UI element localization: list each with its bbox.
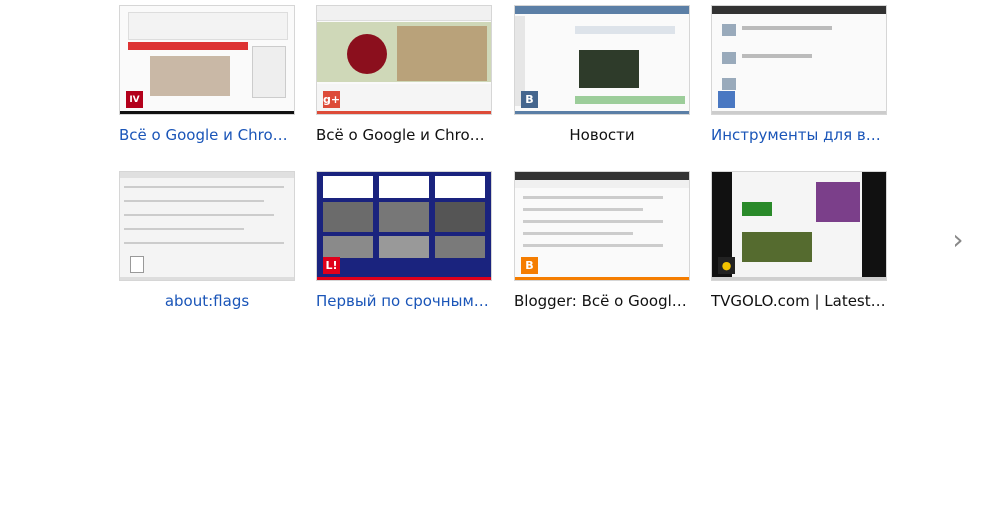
tile-title: Инструменты для веб… xyxy=(711,126,887,144)
tile-thumbnail xyxy=(711,5,887,115)
tile-thumbnail: B xyxy=(514,171,690,281)
tile-thumbnail: g+ xyxy=(316,5,492,115)
site-favicon: IV xyxy=(126,91,143,108)
lifenews-icon: L! xyxy=(323,257,340,274)
tile-title: Первый по срочным … xyxy=(316,292,492,310)
most-visited-tile[interactable]: IV Всё о Google и Chrome xyxy=(119,5,295,155)
tile-thumbnail: В xyxy=(514,5,690,115)
page-icon xyxy=(130,256,144,273)
tile-title: TVGOLO.com | Latest … xyxy=(711,292,887,310)
soccer-ball-icon: ● xyxy=(718,257,735,274)
site-favicon xyxy=(718,91,735,108)
most-visited-tile[interactable]: g+ Всё о Google и Chrom… xyxy=(316,5,492,155)
most-visited-grid: IV Всё о Google и Chrome g+ Всё о Google… xyxy=(119,5,889,325)
google-plus-icon: g+ xyxy=(322,91,341,108)
tile-title: Blogger: Всё о Google… xyxy=(514,292,690,310)
next-page-chevron-icon[interactable]: › xyxy=(946,226,970,256)
blogger-icon: B xyxy=(521,257,538,274)
vk-icon: В xyxy=(521,91,538,108)
tile-thumbnail: L! xyxy=(316,171,492,281)
tile-title: Всё о Google и Chrome xyxy=(119,126,295,144)
most-visited-tile[interactable]: about:flags xyxy=(119,171,295,321)
tile-title: about:flags xyxy=(164,292,250,310)
most-visited-tile[interactable]: B Blogger: Всё о Google… xyxy=(514,171,690,321)
most-visited-tile[interactable]: L! Первый по срочным … xyxy=(316,171,492,321)
most-visited-tile[interactable]: Инструменты для веб… xyxy=(711,5,887,155)
tile-title: Новости xyxy=(569,126,635,144)
tile-thumbnail xyxy=(119,171,295,281)
most-visited-tile[interactable]: В Новости xyxy=(514,5,690,155)
tile-thumbnail: IV xyxy=(119,5,295,115)
tile-thumbnail: ● xyxy=(711,171,887,281)
tile-title: Всё о Google и Chrom… xyxy=(316,126,492,144)
most-visited-tile[interactable]: ● TVGOLO.com | Latest … xyxy=(711,171,887,321)
